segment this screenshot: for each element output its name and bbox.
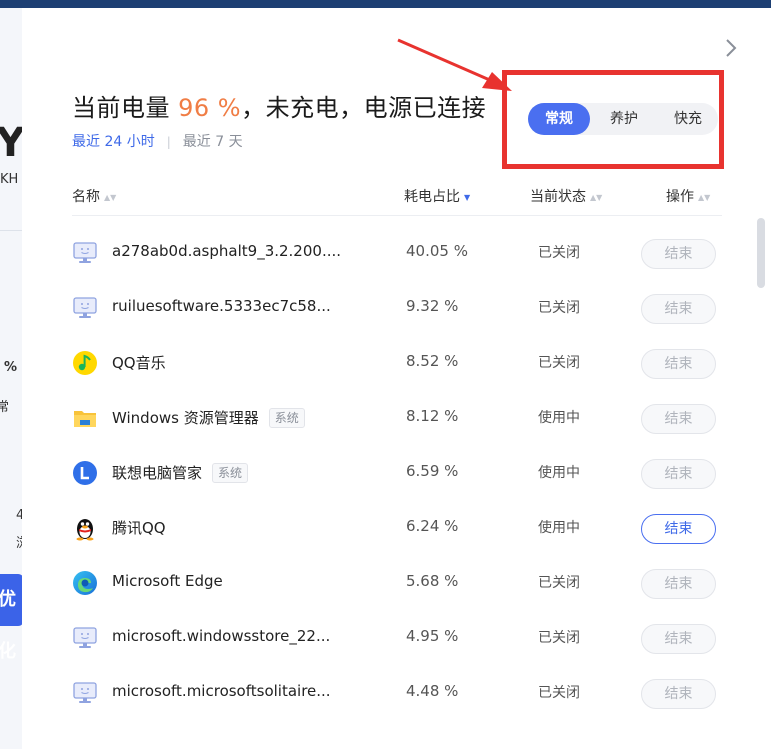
power-usage-percent: 8.52 % bbox=[406, 352, 459, 370]
column-action[interactable]: 操作 ▲▼ bbox=[666, 186, 710, 206]
mode-care[interactable]: 养护 bbox=[594, 103, 654, 135]
power-usage-percent: 40.05 % bbox=[406, 242, 468, 260]
qq-penguin-icon bbox=[72, 515, 98, 541]
app-name: Microsoft Edge bbox=[112, 572, 223, 590]
battery-usage-panel: 当前电量 96 %，未充电，电源已连接 最近 24 小时 | 最近 7 天 常规 养… bbox=[22, 8, 771, 749]
monitor-app-icon bbox=[72, 240, 98, 266]
background-text: % bbox=[4, 360, 18, 375]
end-process-button[interactable]: 结束 bbox=[641, 349, 716, 379]
title-label: 当前电量 bbox=[72, 94, 170, 122]
app-status: 已关闭 bbox=[538, 355, 580, 371]
divider bbox=[0, 230, 24, 231]
power-usage-percent: 9.32 % bbox=[406, 297, 459, 315]
system-tag: 系统 bbox=[212, 463, 249, 483]
end-process-button[interactable]: 结束 bbox=[641, 569, 716, 599]
app-status: 已关闭 bbox=[538, 245, 580, 261]
monitor-app-icon bbox=[72, 680, 98, 706]
scrollbar-thumb[interactable] bbox=[757, 218, 765, 288]
table-row[interactable]: a278ab0d.asphalt9_3.2.200.... 40.05 % 已关闭 结… bbox=[72, 225, 722, 280]
app-name: microsoft.windowsstore_22... bbox=[112, 627, 331, 645]
app-name: ruiluesoftware.5333ec7c58... bbox=[112, 297, 331, 315]
table-row[interactable]: QQ音乐 8.52 % 已关闭 结束 bbox=[72, 335, 722, 390]
power-usage-percent: 4.48 % bbox=[406, 682, 459, 700]
app-name: Windows 资源管理器 系统 bbox=[112, 407, 305, 428]
app-status: 使用中 bbox=[538, 465, 580, 481]
system-tag: 系统 bbox=[268, 408, 305, 428]
table-row[interactable]: Microsoft Edge 5.68 % 已关闭 结束 bbox=[72, 555, 722, 610]
window-top-bar bbox=[0, 0, 771, 8]
column-name[interactable]: 名称 ▲▼ bbox=[72, 186, 116, 206]
chevron-right-icon[interactable] bbox=[722, 38, 740, 58]
time-range-tabs: 最近 24 小时 | 最近 7 天 bbox=[72, 134, 243, 150]
end-process-button[interactable]: 结束 bbox=[641, 239, 716, 269]
power-usage-percent: 4.95 % bbox=[406, 627, 459, 645]
app-name: 腾讯QQ bbox=[112, 519, 166, 537]
background-optimize-button[interactable]: 优化 bbox=[0, 574, 24, 662]
table-row[interactable]: 联想电脑管家 系统 6.59 % 使用中 结束 bbox=[72, 445, 722, 500]
table-header: 名称 ▲▼ 耗电占比 ▼ 当前状态 ▲▼ 操作 ▲▼ bbox=[72, 184, 722, 216]
app-status: 使用中 bbox=[538, 410, 580, 426]
app-status: 已关闭 bbox=[538, 630, 580, 646]
power-usage-percent: 6.24 % bbox=[406, 517, 459, 535]
tab-7-days[interactable]: 最近 7 天 bbox=[183, 134, 243, 150]
charging-mode-selector: 常规 养护 快充 bbox=[528, 103, 718, 135]
column-power-usage[interactable]: 耗电占比 ▼ bbox=[404, 186, 470, 206]
table-row[interactable]: ruiluesoftware.5333ec7c58... 9.32 % 已关闭 结束 bbox=[72, 280, 722, 335]
mode-normal[interactable]: 常规 bbox=[528, 103, 590, 135]
end-process-button[interactable]: 结束 bbox=[641, 294, 716, 324]
app-name: 联想电脑管家 系统 bbox=[112, 462, 249, 483]
mode-fast-charge[interactable]: 快充 bbox=[658, 103, 718, 135]
table-row[interactable]: microsoft.windowsstore_22... 4.95 % 已关闭 结束 bbox=[72, 610, 722, 665]
app-status: 使用中 bbox=[538, 520, 580, 536]
app-status: 已关闭 bbox=[538, 575, 580, 591]
power-usage-percent: 6.59 % bbox=[406, 462, 459, 480]
qq-music-icon bbox=[72, 350, 98, 376]
table-row[interactable]: Windows 资源管理器 系统 8.12 % 使用中 结束 bbox=[72, 390, 722, 445]
monitor-app-icon bbox=[72, 625, 98, 651]
app-name: a278ab0d.asphalt9_3.2.200.... bbox=[112, 242, 342, 260]
end-process-button[interactable]: 结束 bbox=[641, 459, 716, 489]
edge-icon bbox=[72, 570, 98, 596]
tab-24-hours[interactable]: 最近 24 小时 bbox=[72, 134, 155, 150]
table-row[interactable]: 腾讯QQ 6.24 % 使用中 结束 bbox=[72, 500, 722, 555]
app-status: 已关闭 bbox=[538, 300, 580, 316]
end-process-button[interactable]: 结束 bbox=[641, 624, 716, 654]
end-process-button[interactable]: 结束 bbox=[641, 679, 716, 709]
end-process-button[interactable]: 结束 bbox=[641, 514, 716, 544]
power-usage-percent: 8.12 % bbox=[406, 407, 459, 425]
background-text: Y7 bbox=[0, 120, 24, 166]
background-text: 常 bbox=[0, 400, 10, 415]
column-status[interactable]: 当前状态 ▲▼ bbox=[530, 186, 602, 206]
table-row[interactable]: microsoft.microsoftsolitaire... 4.48 % 已关闭… bbox=[72, 665, 722, 720]
app-name: QQ音乐 bbox=[112, 354, 166, 372]
lenovo-pc-manager-icon bbox=[72, 460, 98, 486]
app-name: microsoft.microsoftsolitaire... bbox=[112, 682, 331, 700]
battery-percent: 96 % bbox=[178, 94, 242, 122]
end-process-button[interactable]: 结束 bbox=[641, 404, 716, 434]
monitor-app-icon bbox=[72, 295, 98, 321]
power-usage-percent: 5.68 % bbox=[406, 572, 459, 590]
app-status: 已关闭 bbox=[538, 685, 580, 701]
background-text: KH bbox=[0, 172, 19, 187]
folder-icon bbox=[72, 405, 98, 431]
background-window: Y7 KH % 常 4 浏 优化 bbox=[0, 8, 24, 749]
